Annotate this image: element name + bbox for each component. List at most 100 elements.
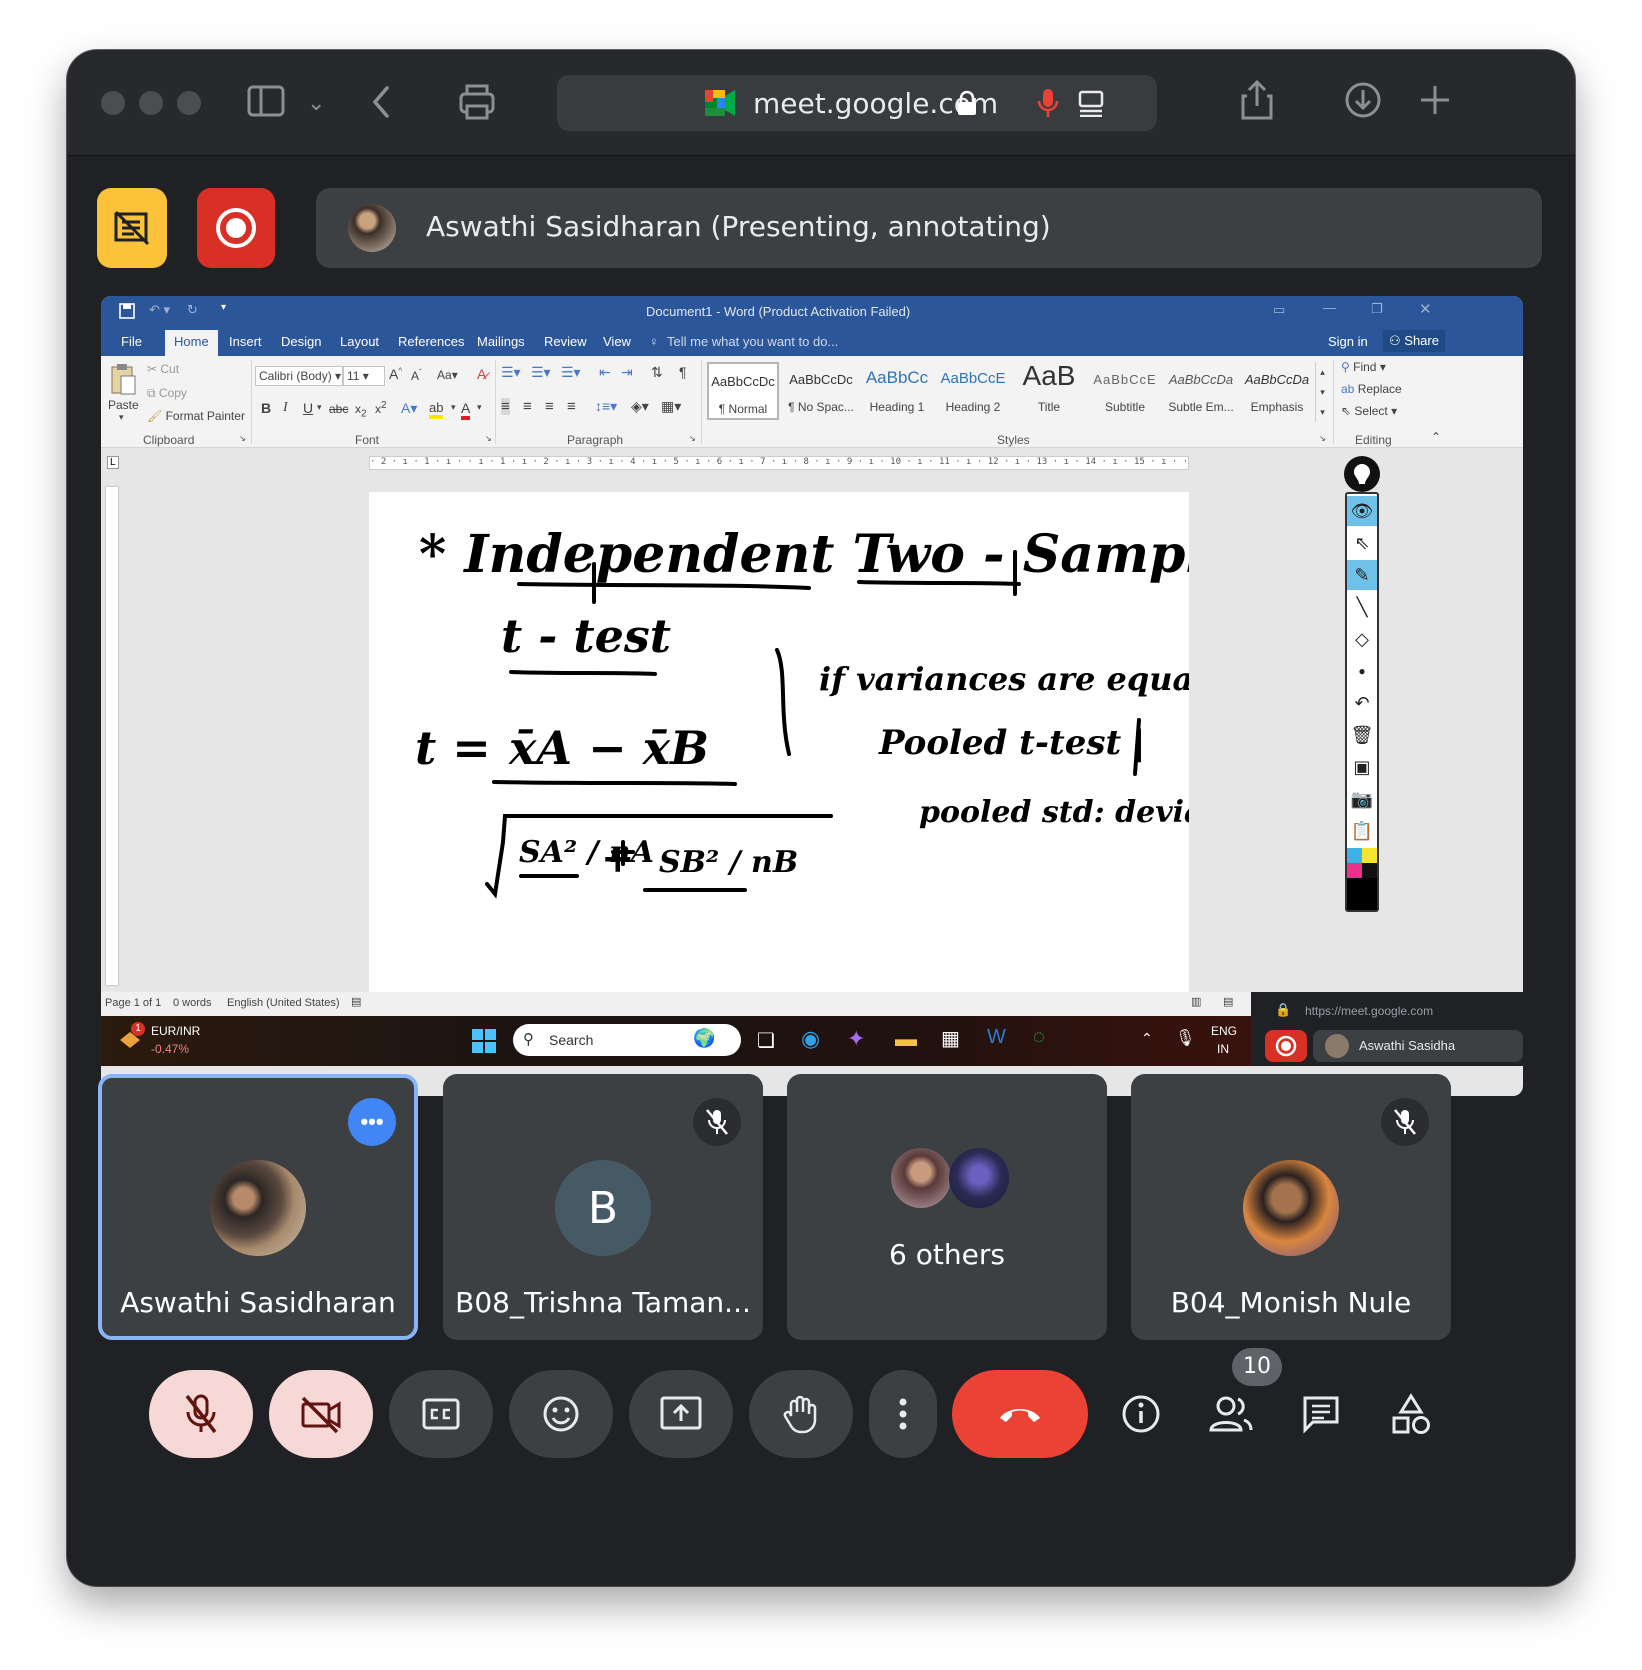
strikethrough-icon[interactable]: abc (329, 402, 348, 416)
sort-icon[interactable]: ⇅ (651, 364, 663, 381)
style-normal[interactable]: AaBbCcDc ¶ Normal (707, 362, 779, 420)
taskbar-search-input[interactable]: ⚲ Search 🌍 (513, 1024, 741, 1056)
subscript-icon[interactable]: x2 (355, 402, 367, 419)
microphone-toggle-button[interactable] (149, 1370, 253, 1458)
clipboard-icon[interactable]: 📋 (1347, 816, 1377, 846)
document-page[interactable]: * Independent Two - Sample t - test if v… (369, 492, 1189, 992)
save-icon[interactable] (119, 303, 135, 319)
share-icon[interactable] (1239, 78, 1275, 122)
borders-icon[interactable]: ▦▾ (661, 398, 681, 415)
copy-button[interactable]: ⧉ Copy (147, 386, 187, 401)
tray-chevron-icon[interactable]: ⌃ (1141, 1030, 1153, 1047)
eraser-icon[interactable]: ◇ (1347, 624, 1377, 654)
multilevel-list-icon[interactable]: ☰▾ (561, 364, 581, 381)
paste-label[interactable]: Paste (108, 398, 139, 412)
minimize-window-button[interactable] (139, 91, 163, 115)
loading-app-icon[interactable]: ◌ (1033, 1026, 1045, 1049)
replace-button[interactable]: ab Replace (1341, 382, 1402, 396)
clear-format-icon[interactable]: A̷ (477, 366, 486, 382)
color-yellow-swatch[interactable] (1362, 848, 1377, 863)
decrease-indent-icon[interactable]: ⇤ (599, 364, 611, 381)
restore-icon[interactable]: ❐ (1371, 301, 1383, 317)
bullets-icon[interactable]: ☰▾ (501, 364, 521, 381)
sidebar-icon[interactable] (247, 84, 287, 120)
mini-presenter[interactable]: Aswathi Sasidha (1313, 1030, 1523, 1062)
activities-button[interactable] (1387, 1390, 1435, 1438)
stop-annotation-button[interactable] (97, 188, 167, 268)
ticker-widget-icon[interactable]: 1 (117, 1022, 145, 1052)
undo-annotation-icon[interactable]: ↶ (1347, 688, 1377, 718)
paragraph-dialog-launcher-icon[interactable]: ↘ (689, 434, 696, 443)
highlight-dropdown-icon[interactable]: ▾ (451, 402, 456, 413)
font-name-select[interactable]: Calibri (Body) ▾ (255, 366, 343, 386)
tab-layout[interactable]: Layout (340, 334, 379, 349)
tab-selector-icon[interactable]: L (107, 456, 119, 469)
microphone-active-icon[interactable] (1037, 87, 1059, 119)
italic-icon[interactable]: I (283, 400, 288, 416)
participant-tile-monish[interactable]: B04_Monish Nule (1131, 1074, 1451, 1340)
underline-dropdown-icon[interactable]: ▾ (317, 402, 322, 413)
find-button[interactable]: ⚲ Find ▾ (1341, 360, 1386, 374)
close-icon[interactable]: ✕ (1419, 300, 1432, 318)
paste-dropdown-icon[interactable]: ▾ (119, 412, 124, 423)
align-left-icon[interactable]: ≡ (501, 398, 510, 415)
horizontal-ruler[interactable]: · 2 · ı · 1 · ı · · ı · 1 · ı · 2 · ı · … (369, 456, 1189, 470)
select-button[interactable]: ⇖ Select ▾ (1341, 404, 1397, 418)
download-icon[interactable] (1343, 80, 1383, 120)
people-button[interactable] (1207, 1390, 1255, 1438)
underline-icon[interactable]: U (303, 400, 313, 416)
lang-line1[interactable]: ENG (1211, 1024, 1237, 1038)
ribbon-display-icon[interactable]: ▭ (1273, 302, 1285, 318)
numbering-icon[interactable]: ☰▾ (531, 364, 551, 381)
superscript-icon[interactable]: x2 (375, 400, 387, 416)
word-app-icon[interactable]: W (987, 1026, 1006, 1049)
participant-tile-others[interactable]: 6 others (787, 1074, 1107, 1340)
tab-file[interactable]: File (121, 334, 142, 349)
whiteboard-icon[interactable]: ▣ (1347, 752, 1377, 782)
style-heading-2[interactable]: AaBbCcE Heading 2 (935, 362, 1011, 420)
tab-insert[interactable]: Insert (229, 334, 262, 349)
highlight-icon[interactable]: ab (429, 400, 444, 419)
file-explorer-icon[interactable]: ▬ (895, 1026, 917, 1052)
style-heading-1[interactable]: AaBbCc Heading 1 (859, 362, 935, 420)
font-color-icon[interactable]: A (461, 400, 471, 420)
raise-hand-button[interactable] (749, 1370, 853, 1458)
recording-button[interactable] (197, 188, 275, 268)
chevron-down-icon[interactable]: ⌄ (307, 86, 325, 120)
captions-button[interactable] (389, 1370, 493, 1458)
style-subtitle[interactable]: AaBbCcE Subtitle (1087, 362, 1163, 420)
font-color-dropdown-icon[interactable]: ▾ (477, 402, 482, 413)
tab-home[interactable]: Home (165, 330, 218, 356)
more-options-button[interactable] (869, 1370, 937, 1458)
ticker-name[interactable]: EUR/INR (151, 1024, 200, 1038)
copilot-icon[interactable]: ✦ (847, 1026, 865, 1052)
proofing-icon[interactable]: ▤ (351, 995, 361, 1008)
tray-microphone-icon[interactable]: 🎙 (1175, 1028, 1195, 1048)
stroke-size-icon[interactable]: ● (1347, 656, 1377, 686)
read-mode-icon[interactable]: ▥ (1191, 995, 1201, 1008)
shading-icon[interactable]: ◈▾ (631, 398, 649, 415)
color-black-swatch[interactable] (1362, 863, 1377, 878)
chat-button[interactable] (1297, 1390, 1345, 1438)
show-marks-icon[interactable]: ¶ (679, 364, 687, 380)
trash-icon[interactable]: 🗑 (1347, 720, 1377, 750)
participant-tile-aswathi[interactable]: ••• Aswathi Sasidharan (98, 1074, 418, 1340)
print-layout-icon[interactable]: ▤ (1223, 995, 1233, 1008)
annotation-logo-icon[interactable] (1344, 456, 1380, 492)
back-icon[interactable] (369, 84, 393, 120)
align-center-icon[interactable]: ≡ (523, 398, 532, 415)
style-subtle-emphasis[interactable]: AaBbCcDa Subtle Em... (1163, 362, 1239, 420)
styles-scroll[interactable]: ▴ ▾ ▾ (1315, 362, 1329, 422)
color-blue-swatch[interactable] (1347, 848, 1362, 863)
store-icon[interactable]: ▦ (941, 1026, 960, 1051)
address-bar[interactable]: meet.google.com (557, 75, 1157, 131)
windows-start-icon[interactable] (472, 1029, 496, 1053)
pointer-icon[interactable]: ⇖ (1347, 528, 1377, 558)
tab-review[interactable]: Review (544, 334, 587, 349)
quick-access-dropdown-icon[interactable]: ▾ (221, 302, 226, 313)
style-no-spacing[interactable]: AaBbCcDc ¶ No Spac... (783, 362, 859, 420)
camera-toggle-button[interactable] (269, 1370, 373, 1458)
pen-icon[interactable]: ✎ (1347, 560, 1377, 590)
share-button[interactable]: ⚇ Share (1383, 330, 1445, 352)
tab-mailings[interactable]: Mailings (477, 334, 525, 349)
